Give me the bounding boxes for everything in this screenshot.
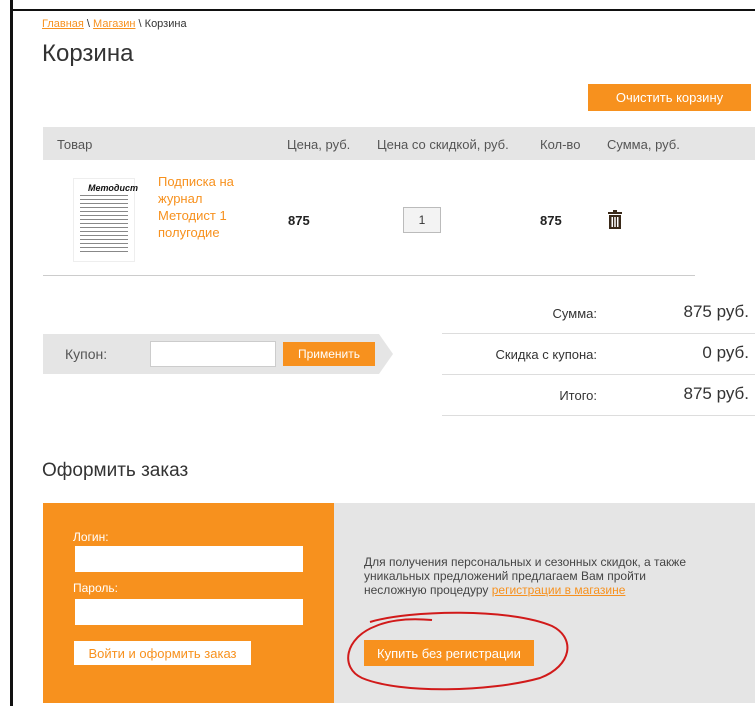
coupon-label: Купон: (65, 346, 108, 362)
clear-cart-button[interactable]: Очистить корзину (588, 84, 751, 111)
login-panel: Логин: Пароль: Войти и оформить заказ (43, 503, 334, 703)
breadcrumb-shop-link[interactable]: Магазин (93, 18, 135, 30)
quantity-field[interactable]: 1 (403, 207, 441, 233)
login-label: Логин: (73, 530, 109, 544)
product-price: 875 (288, 213, 310, 228)
page-title: Корзина (42, 40, 134, 67)
sum-label: Сумма: (552, 306, 597, 321)
sum-value: 875 руб. (683, 302, 749, 321)
password-label: Пароль: (73, 581, 118, 595)
discount-value: 0 руб. (702, 343, 749, 362)
login-input[interactable] (75, 546, 303, 572)
total-label: Итого: (559, 388, 597, 403)
totals-total-row: Итого: 875 руб. (442, 375, 755, 416)
password-input[interactable] (75, 599, 303, 625)
column-header-sum: Сумма, руб. (607, 137, 680, 152)
login-and-order-button[interactable]: Войти и оформить заказ (74, 641, 251, 665)
coupon-input[interactable] (150, 341, 276, 367)
coupon-apply-button[interactable]: Применить (283, 342, 375, 366)
column-header-quantity: Кол-во (540, 137, 581, 152)
register-link[interactable]: регистрации в магазине (492, 583, 626, 597)
order-section-title: Оформить заказ (42, 460, 189, 481)
guest-checkout-panel: Для получения персональных и сезонных ск… (334, 503, 755, 703)
buy-without-registration-button[interactable]: Купить без регистрации (364, 640, 534, 666)
cart-item-row: Методист Подписка на журнал Методист 1 п… (43, 160, 695, 276)
breadcrumb-separator: \ (83, 18, 94, 30)
total-value: 875 руб. (683, 384, 749, 403)
cart-table-header: Товар Цена, руб. Цена со скидкой, руб. К… (43, 127, 755, 160)
product-sum: 875 (540, 213, 562, 228)
frame-border-top (10, 9, 755, 11)
product-thumbnail[interactable]: Методист (73, 178, 138, 262)
totals-discount-row: Скидка с купона: 0 руб. (442, 334, 755, 375)
breadcrumb-home-link[interactable]: Главная (42, 18, 84, 30)
discount-label: Скидка с купона: (495, 347, 597, 362)
breadcrumb-current: Корзина (144, 18, 187, 30)
coupon-bar: Купон: Применить (43, 334, 393, 374)
frame-border-left (10, 0, 13, 706)
thumbnail-text-lines (80, 195, 128, 255)
guest-info-text: Для получения персональных и сезонных ск… (364, 555, 704, 597)
totals-table: Сумма: 875 руб. Скидка с купона: 0 руб. … (442, 293, 755, 416)
column-header-product: Товар (57, 137, 93, 152)
column-header-price: Цена, руб. (287, 137, 351, 152)
column-header-discount-price: Цена со скидкой, руб. (377, 137, 509, 152)
totals-sum-row: Сумма: 875 руб. (442, 293, 755, 334)
product-name-link[interactable]: Подписка на журнал Методист 1 полугодие (158, 173, 258, 241)
thumbnail-brand-text: Методист (88, 183, 138, 193)
trash-icon[interactable] (607, 210, 623, 230)
breadcrumb: Главная \ Магазин \ Корзина (42, 18, 187, 30)
breadcrumb-separator-2: \ (135, 18, 145, 30)
